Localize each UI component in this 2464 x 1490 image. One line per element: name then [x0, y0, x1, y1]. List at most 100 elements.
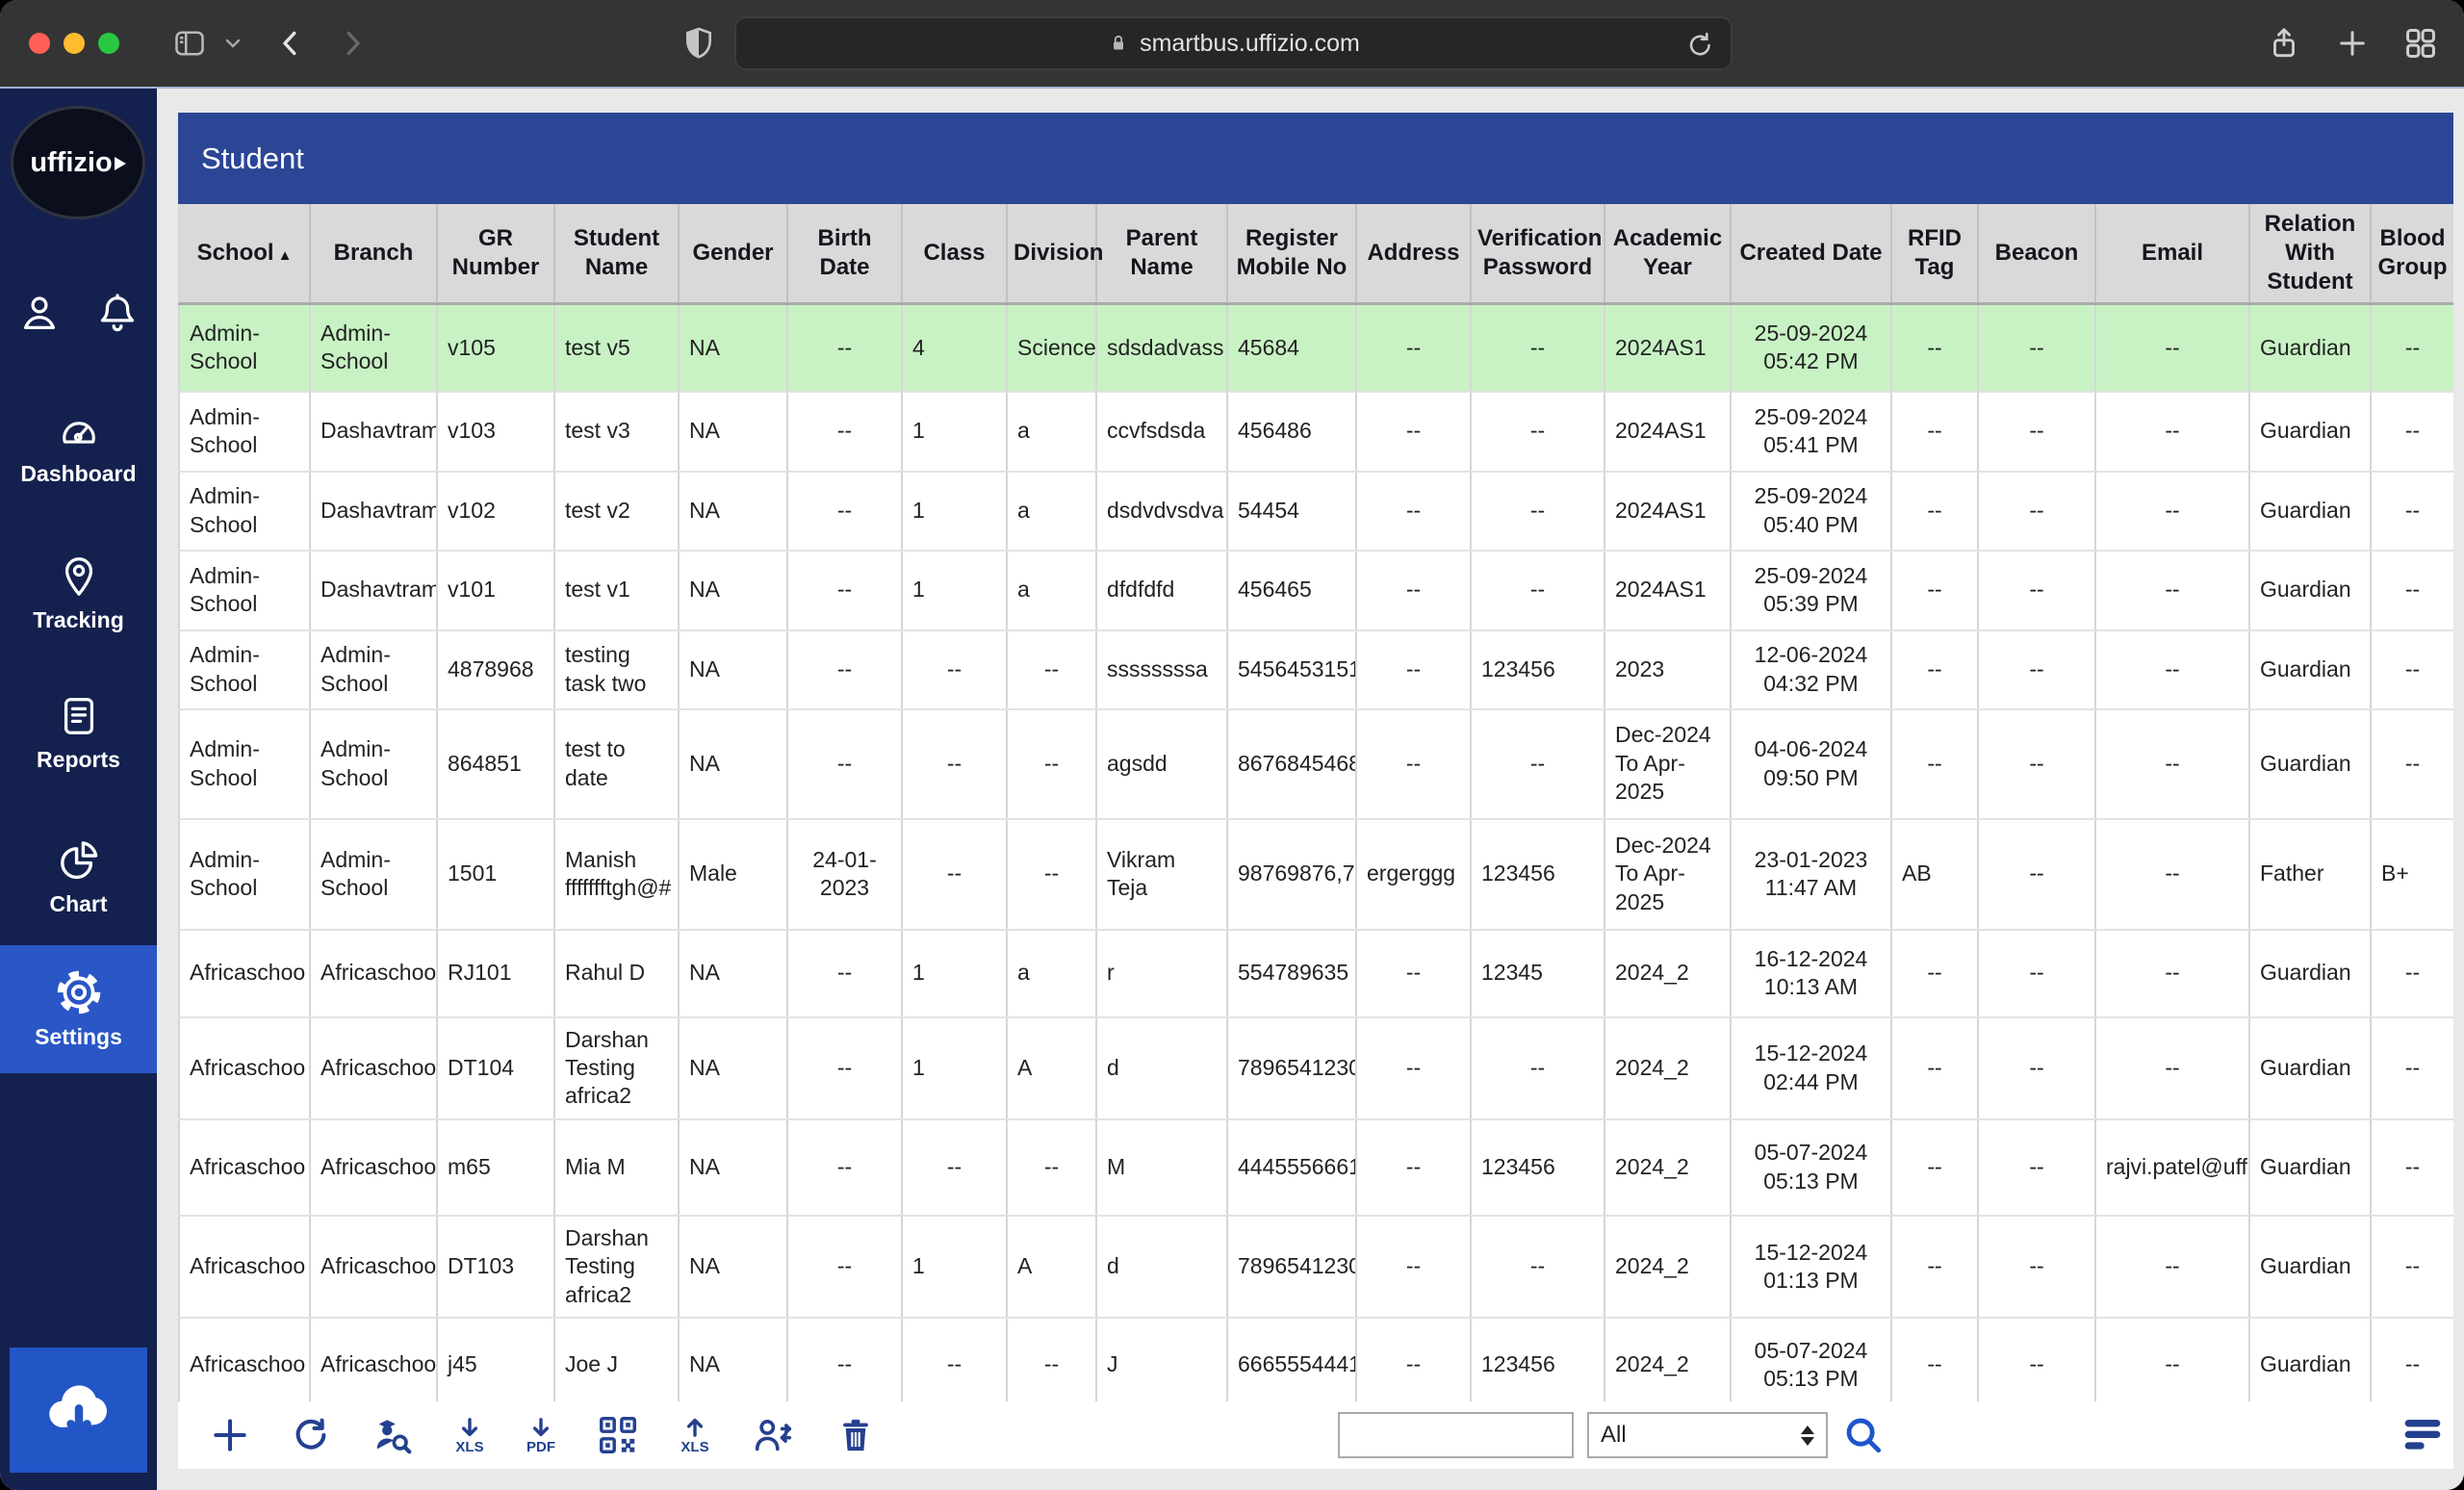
pdf-download-button[interactable]: PDF — [525, 1416, 557, 1454]
table-row[interactable]: Admin-SchoolDashavtramv103test v3NA--1ac… — [179, 392, 2453, 472]
table-row[interactable]: AfricaschooAfricaschooDT104Darshan Testi… — [179, 1017, 2453, 1119]
sidebar-item-tracking[interactable]: Tracking — [0, 553, 157, 633]
column-header[interactable]: Beacon — [1978, 204, 2095, 304]
sidebar-item-reports[interactable]: Reports — [0, 693, 157, 773]
sidebar-item-settings[interactable]: Settings — [0, 945, 157, 1073]
forward-button[interactable] — [335, 24, 370, 63]
column-header[interactable]: Branch — [310, 204, 437, 304]
cell: -- — [1471, 472, 1604, 551]
delete-button[interactable] — [834, 1413, 877, 1457]
column-header[interactable]: Address — [1356, 204, 1471, 304]
cell: -- — [1978, 709, 2095, 819]
table-row[interactable]: AfricaschooAfricaschoom65Mia MNA------M4… — [179, 1119, 2453, 1216]
student-table: School▲BranchGR NumberStudent NameGender… — [178, 204, 2453, 1401]
column-header[interactable]: RFID Tag — [1891, 204, 1978, 304]
sidebar-toggle-icon[interactable] — [169, 26, 210, 61]
column-header[interactable]: Academic Year — [1604, 204, 1731, 304]
column-header[interactable]: Email — [2095, 204, 2249, 304]
share-icon[interactable] — [2266, 23, 2302, 64]
reload-icon[interactable] — [1684, 28, 1717, 67]
address-bar[interactable]: smartbus.uffizio.com — [734, 16, 1732, 70]
column-header[interactable]: Gender — [679, 204, 787, 304]
cell: a — [1007, 392, 1096, 472]
cell: 4878968 — [437, 630, 554, 709]
table-menu-icon[interactable] — [2401, 1415, 2444, 1456]
cell: -- — [2371, 1119, 2453, 1216]
column-header[interactable]: Verification Password — [1471, 204, 1604, 304]
table-row[interactable]: Admin-SchoolAdmin-School1501Manish fffff… — [179, 819, 2453, 930]
minimize-window-button[interactable] — [64, 33, 85, 54]
cell: 123456 — [1471, 630, 1604, 709]
search-input[interactable] — [1338, 1412, 1574, 1458]
notifications-bell-icon[interactable] — [95, 291, 140, 335]
cloud-download-button[interactable] — [10, 1348, 147, 1473]
cell: Africaschoo — [179, 930, 310, 1017]
back-button[interactable] — [273, 24, 308, 63]
cell: -- — [2371, 630, 2453, 709]
search-column-select[interactable]: All — [1587, 1412, 1828, 1458]
cell: -- — [1356, 551, 1471, 630]
xls-download-button[interactable]: XLS — [453, 1416, 486, 1454]
user-icon[interactable] — [17, 291, 62, 335]
cell: -- — [2095, 1216, 2249, 1318]
cell: 15-12-2024 02:44 PM — [1731, 1017, 1891, 1119]
close-window-button[interactable] — [29, 33, 50, 54]
sidebar-item-dashboard[interactable]: Dashboard — [0, 411, 157, 487]
table-row[interactable]: Admin-SchoolDashavtramv102test v2NA--1ad… — [179, 472, 2453, 551]
student-table-container[interactable]: School▲BranchGR NumberStudent NameGender… — [178, 204, 2453, 1401]
url-text: smartbus.uffizio.com — [1140, 30, 1360, 58]
table-row[interactable]: Admin-SchoolAdmin-Schoolv105test v5NA--4… — [179, 304, 2453, 392]
column-header[interactable]: Parent Name — [1096, 204, 1227, 304]
column-header[interactable]: Register Mobile No — [1227, 204, 1356, 304]
cell: 456465 — [1227, 551, 1356, 630]
search-button[interactable] — [1841, 1413, 1886, 1457]
cell: Joe J — [554, 1318, 679, 1401]
tab-overview-icon[interactable] — [2402, 25, 2439, 62]
table-row[interactable]: Admin-SchoolAdmin-School864851test to da… — [179, 709, 2453, 819]
table-row[interactable]: AfricaschooAfricaschooRJ101Rahul DNA--1a… — [179, 930, 2453, 1017]
qr-code-button[interactable] — [596, 1413, 640, 1457]
cell: Africaschoo — [310, 930, 437, 1017]
cell: NA — [679, 930, 787, 1017]
privacy-shield-icon[interactable] — [680, 22, 718, 64]
table-row[interactable]: Admin-SchoolDashavtramv101test v1NA--1ad… — [179, 551, 2453, 630]
tracking-icon — [57, 553, 101, 600]
cell: 24-01-2023 — [787, 819, 902, 930]
cell: j45 — [437, 1318, 554, 1401]
cell: 2024_2 — [1604, 1216, 1731, 1318]
column-header[interactable]: Class — [902, 204, 1007, 304]
table-row[interactable]: Admin-SchoolAdmin-School4878968testing t… — [179, 630, 2453, 709]
cell: Dashavtram — [310, 551, 437, 630]
cell: RJ101 — [437, 930, 554, 1017]
refresh-button[interactable] — [290, 1414, 332, 1456]
student-transfer-button[interactable] — [750, 1413, 796, 1457]
cell: -- — [2095, 1017, 2249, 1119]
table-row[interactable]: AfricaschooAfricaschooDT103Darshan Testi… — [179, 1216, 2453, 1318]
cell: B+ — [2371, 819, 2453, 930]
xls-upload-button[interactable]: XLS — [679, 1416, 711, 1454]
student-search-button[interactable] — [371, 1413, 415, 1457]
column-header[interactable]: Blood Group — [2371, 204, 2453, 304]
chrome-right-buttons — [2266, 23, 2439, 64]
column-header[interactable]: Student Name — [554, 204, 679, 304]
search-icon — [1841, 1413, 1886, 1457]
zoom-window-button[interactable] — [98, 33, 119, 54]
cell: -- — [2371, 930, 2453, 1017]
add-button[interactable] — [209, 1414, 251, 1456]
column-header[interactable]: Birth Date — [787, 204, 902, 304]
column-header[interactable]: School▲ — [179, 204, 310, 304]
column-header[interactable]: Relation With Student — [2249, 204, 2371, 304]
new-tab-icon[interactable] — [2335, 26, 2370, 61]
sidebar-item-chart[interactable]: Chart — [0, 837, 157, 917]
column-header[interactable]: GR Number — [437, 204, 554, 304]
logo-arrow-icon — [115, 157, 126, 170]
header-row: School▲BranchGR NumberStudent NameGender… — [179, 204, 2453, 304]
column-header[interactable]: Division — [1007, 204, 1096, 304]
cell: -- — [1978, 1318, 2095, 1401]
table-row[interactable]: AfricaschooAfricaschooj45Joe JNA------J6… — [179, 1318, 2453, 1401]
cell: -- — [1471, 304, 1604, 392]
xls-label: XLS — [455, 1441, 483, 1454]
chevron-down-icon[interactable] — [221, 32, 244, 55]
column-header[interactable]: Created Date — [1731, 204, 1891, 304]
dashboard-icon — [54, 411, 104, 453]
